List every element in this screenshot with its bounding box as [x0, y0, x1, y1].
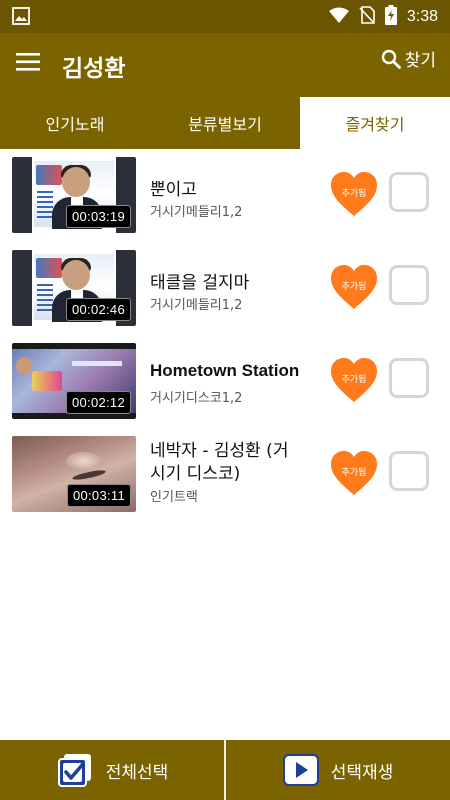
menu-icon — [16, 53, 40, 71]
song-subtitle: 인기트랙 — [150, 490, 198, 505]
list-item[interactable]: 00:03:11 네박자 - 김성환 (거 시기 디스코) 인기트랙 추가됨 — [0, 428, 450, 521]
song-title-line1: 네박자 - 김성환 (거 — [150, 441, 289, 461]
favorite-heart-button[interactable]: 추가됨 — [330, 265, 378, 311]
favorite-label: 추가됨 — [341, 468, 367, 478]
wifi-icon — [328, 7, 349, 27]
bottom-action-bar: 전체선택 선택재생 — [0, 740, 450, 800]
list-item[interactable]: 00:02:46 태클을 걸지마 거시기메들리1,2 추가됨 — [0, 242, 450, 335]
app-bar: 김성환 찾기 — [0, 33, 450, 97]
duration-badge: 00:02:12 — [65, 391, 131, 414]
tab-popular[interactable]: 인기노래 — [0, 97, 150, 149]
favorite-heart-button[interactable]: 추가됨 — [330, 451, 378, 497]
select-all-button[interactable]: 전체선택 — [0, 740, 224, 800]
select-all-checkbox-icon — [57, 754, 91, 787]
play-selected-button[interactable]: 선택재생 — [226, 740, 450, 800]
video-thumbnail[interactable]: 00:03:19 — [12, 157, 136, 233]
favorite-label: 추가됨 — [341, 282, 367, 292]
song-title: Hometown Station — [150, 361, 300, 380]
song-title-line2: 시기 디스코) — [150, 464, 241, 484]
video-thumbnail[interactable]: 00:02:46 — [12, 250, 136, 326]
select-checkbox[interactable] — [389, 358, 429, 398]
video-thumbnail[interactable]: 00:03:11 — [12, 436, 136, 512]
play-selected-label: 선택재생 — [330, 762, 394, 783]
select-checkbox[interactable] — [389, 451, 429, 491]
list-item[interactable]: 00:03:19 뿐이고 거시기메들리1,2 추가됨 — [0, 149, 450, 242]
battery-charging-icon — [384, 4, 397, 29]
select-all-label: 전체선택 — [105, 762, 169, 783]
duration-badge: 00:03:19 — [65, 205, 131, 228]
song-title: 태클을 걸지마 — [150, 273, 250, 293]
song-list: 00:03:19 뿐이고 거시기메들리1,2 추가됨 00:02:46 태클을 … — [0, 149, 450, 521]
tab-category[interactable]: 분류별보기 — [150, 97, 300, 149]
app-title: 김성환 — [62, 56, 126, 82]
status-time: 3:38 — [406, 7, 438, 25]
status-bar: 3:38 — [0, 0, 450, 33]
list-item[interactable]: 00:02:12 Hometown Station 거시기디스코1,2 추가됨 — [0, 335, 450, 428]
duration-badge: 00:03:11 — [66, 484, 131, 507]
search-icon — [381, 49, 401, 69]
tab-favorites[interactable]: 즐겨찾기 — [300, 97, 450, 149]
song-subtitle: 거시기디스코1,2 — [150, 391, 243, 406]
select-checkbox[interactable] — [389, 172, 429, 212]
song-subtitle: 거시기메들리1,2 — [150, 205, 243, 220]
no-sim-icon — [359, 5, 375, 28]
video-thumbnail[interactable]: 00:02:12 — [12, 343, 136, 419]
bottom-divider — [224, 740, 226, 800]
image-icon — [12, 7, 30, 29]
favorite-label: 추가됨 — [341, 375, 367, 385]
tab-bar: 인기노래 분류별보기 즐겨찾기 — [0, 97, 450, 149]
duration-badge: 00:02:46 — [65, 298, 131, 321]
search-label: 찾기 — [404, 51, 436, 71]
favorite-heart-button[interactable]: 추가됨 — [330, 172, 378, 218]
play-icon — [282, 754, 319, 786]
favorite-heart-button[interactable]: 추가됨 — [330, 358, 378, 404]
select-checkbox[interactable] — [389, 265, 429, 305]
menu-button[interactable] — [16, 51, 44, 79]
song-subtitle: 거시기메들리1,2 — [150, 298, 243, 313]
song-title: 뿐이고 — [150, 180, 197, 200]
search-button[interactable]: 찾기 — [381, 46, 436, 71]
favorite-label: 추가됨 — [341, 189, 367, 199]
